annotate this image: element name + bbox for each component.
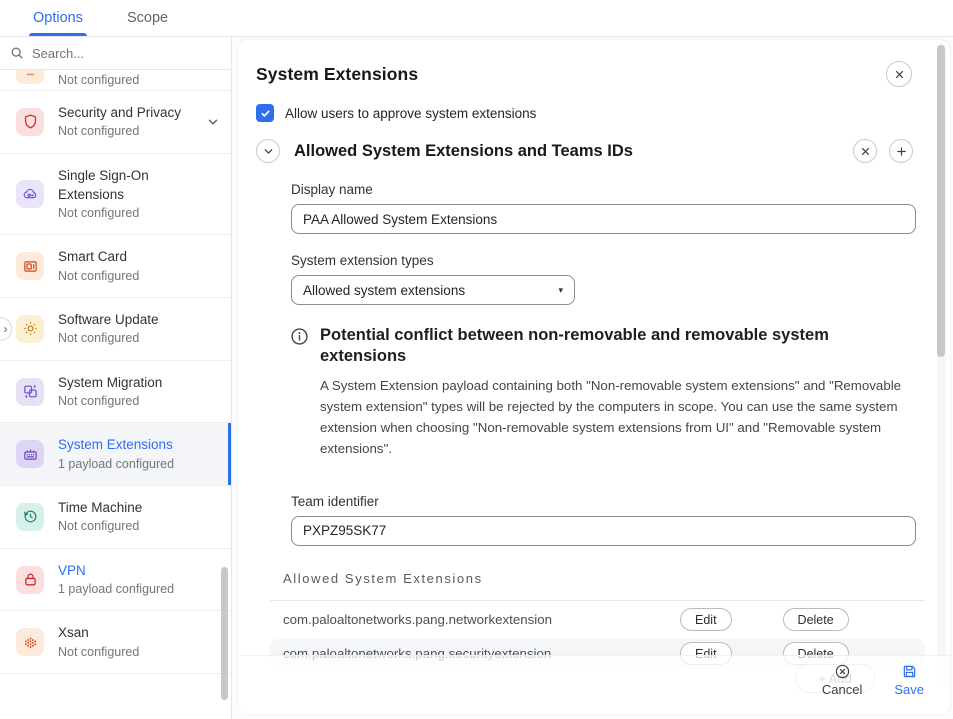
selected-option-label: Allowed system extensions	[303, 283, 465, 298]
chevron-down-icon	[207, 116, 219, 128]
approve-checkbox[interactable]	[256, 104, 274, 122]
sidebar-item-xsan[interactable]: Xsan Not configured	[0, 611, 231, 674]
edit-button[interactable]: Edit	[680, 608, 732, 631]
display-name-input[interactable]	[291, 204, 916, 234]
page-title: System Extensions	[256, 64, 886, 85]
table-row: com.paloaltonetworks.pang.networkextensi…	[270, 605, 925, 635]
sidebar-item-label: Security and Privacy	[58, 103, 184, 122]
extension-identifier: com.paloaltonetworks.pang.networkextensi…	[283, 612, 680, 627]
panel-header: System Extensions	[238, 40, 950, 87]
collapse-section-button[interactable]	[256, 139, 280, 163]
sidebar-item-status: Not configured	[58, 644, 219, 662]
sidebar-scrollbar-thumb[interactable]	[221, 567, 228, 700]
sidebar-item-label: Time Machine	[58, 498, 184, 517]
sidebar-item-single-sign-on-extensions[interactable]: Single Sign-On Extensions Not configured	[0, 154, 231, 236]
payload-editor-panel: System Extensions Allow users to approve…	[238, 40, 950, 714]
sidebar-item-status: Not configured	[58, 123, 193, 141]
approve-checkbox-row: Allow users to approve system extensions	[238, 104, 950, 122]
table-heading: Allowed System Extensions	[283, 571, 925, 586]
top-tab-bar: Options Scope	[0, 0, 953, 37]
sidebar-search	[0, 37, 231, 70]
check-icon	[260, 108, 271, 119]
sidebar-item-label: System Migration	[58, 373, 184, 392]
approve-checkbox-label: Allow users to approve system extensions	[285, 106, 536, 121]
sidebar-item-label: Smart Card	[58, 247, 184, 266]
sidebar-item-status: Not configured	[58, 393, 219, 411]
team-identifier-label: Team identifier	[291, 494, 916, 509]
xsan-dots-icon	[16, 628, 44, 656]
sidebar-item-label: Software Update	[58, 310, 184, 329]
sidebar-list: Not configured Security and Privacy Not …	[0, 70, 231, 674]
sidebar-item-time-machine[interactable]: Time Machine Not configured	[0, 486, 231, 549]
system-extensions-icon	[16, 440, 44, 468]
section-title: Allowed System Extensions and Teams IDs	[294, 142, 839, 161]
sidebar-item-status: Not configured	[58, 518, 219, 536]
sidebar-item-system-migration[interactable]: System Migration Not configured	[0, 361, 231, 424]
clock-reverse-icon	[16, 503, 44, 531]
extension-types-label: System extension types	[291, 253, 916, 268]
sidebar-item-label: Single Sign-On Extensions	[58, 166, 184, 204]
smart-card-icon	[16, 252, 44, 280]
gear-icon	[16, 315, 44, 343]
tab-scope[interactable]: Scope	[127, 0, 168, 36]
sidebar-item-vpn[interactable]: VPN 1 payload configured	[0, 549, 231, 612]
table-divider	[270, 600, 925, 601]
remove-section-button[interactable]	[853, 139, 877, 163]
lock-icon	[16, 566, 44, 594]
chevron-right-icon: ›	[4, 322, 8, 336]
cancel-icon	[835, 664, 850, 679]
shield-icon	[16, 108, 44, 136]
selected-indicator-bar	[228, 423, 231, 485]
delete-button[interactable]: Delete	[783, 608, 849, 631]
tab-options[interactable]: Options	[33, 0, 83, 36]
dropdown-arrow-icon: ▾	[558, 285, 563, 296]
info-title: Potential conflict between non-removable…	[320, 325, 916, 368]
extension-types-select[interactable]: Allowed system extensions ▾	[291, 275, 575, 305]
sidebar-item-status: Not configured	[58, 330, 219, 348]
cancel-button[interactable]: Cancel	[818, 662, 866, 699]
dash-icon	[16, 70, 44, 84]
info-icon	[291, 328, 308, 459]
sidebar-item-label: System Extensions	[58, 435, 184, 454]
sidebar-item-status: Not configured	[58, 72, 219, 90]
section-body: Display name System extension types Allo…	[238, 182, 950, 546]
section-header: Allowed System Extensions and Teams IDs	[238, 139, 950, 163]
migration-icon	[16, 378, 44, 406]
close-payload-button[interactable]	[886, 61, 912, 87]
team-identifier-input[interactable]	[291, 516, 916, 546]
display-name-label: Display name	[291, 182, 916, 197]
search-icon	[10, 46, 24, 60]
sidebar-item-software-update[interactable]: Software Update Not configured	[0, 298, 231, 361]
footer-action-bar: Cancel Save	[238, 655, 950, 714]
cloud-key-icon	[16, 180, 44, 208]
save-button[interactable]: Save	[890, 662, 928, 699]
add-section-button[interactable]	[889, 139, 913, 163]
sidebar-item-status: 1 payload configured	[58, 581, 219, 599]
search-input[interactable]	[32, 46, 221, 61]
info-body: A System Extension payload containing bo…	[320, 375, 916, 459]
sidebar-item-smart-card[interactable]: Smart Card Not configured	[0, 235, 231, 298]
sidebar-item-status: 1 payload configured	[58, 456, 219, 474]
sidebar-item-label: VPN	[58, 561, 184, 580]
main-scrollbar-thumb[interactable]	[937, 45, 945, 357]
payload-sidebar: Not configured Security and Privacy Not …	[0, 37, 232, 719]
sidebar-item-system-extensions[interactable]: System Extensions 1 payload configured	[0, 423, 231, 486]
sidebar-item-label: Xsan	[58, 623, 184, 642]
sidebar-item-partial[interactable]: Not configured	[0, 70, 231, 91]
sidebar-item-status: Not configured	[58, 268, 219, 286]
sidebar-item-security-and-privacy[interactable]: Security and Privacy Not configured	[0, 91, 231, 154]
sidebar-item-status: Not configured	[58, 205, 219, 223]
save-icon	[902, 664, 917, 679]
conflict-info-callout: Potential conflict between non-removable…	[291, 325, 916, 459]
